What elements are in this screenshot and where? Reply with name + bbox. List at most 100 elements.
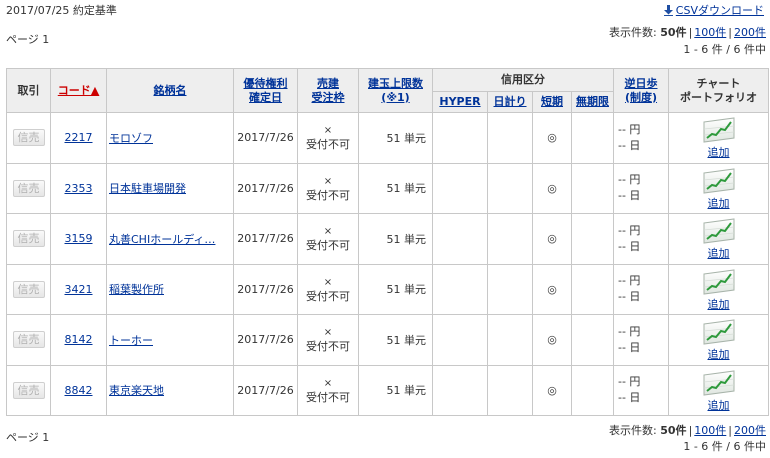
col-header-name-sort[interactable]: 銘柄名	[154, 84, 187, 97]
range-label: 1 - 6 件 / 6 件中	[683, 43, 766, 56]
col-header-reverse-fee-link[interactable]: 逆日歩 (制度)	[625, 77, 658, 104]
col-header-chart: チャート ポートフォリオ	[668, 68, 769, 113]
add-portfolio-link[interactable]: 追加	[708, 195, 730, 211]
table-row: 信売 8842 東京楽天地 2017/7/26 × 受付不可 51 単元 ◎ --…	[6, 364, 769, 416]
count-100-link[interactable]: 100件	[694, 26, 726, 39]
chart-thumbnail-icon[interactable]	[669, 269, 768, 295]
stock-code-link[interactable]: 3159	[65, 232, 93, 245]
display-count-row: 表示件数: 50件 | 100件 | 200件	[609, 424, 766, 437]
count-50-current: 50件	[660, 424, 687, 437]
benefit-date: 2017/7/26	[233, 364, 298, 416]
stock-code-link[interactable]: 8142	[65, 333, 93, 346]
short-accept-status: × 受付不可	[297, 263, 359, 315]
unlimited-cell	[571, 263, 614, 315]
col-header-benefit-date-sort[interactable]: 優待権利 確定日	[244, 77, 288, 104]
add-portfolio-link[interactable]: 追加	[708, 397, 730, 413]
pager-bottom: 表示件数: 50件 | 100件 | 200件 1 - 6 件 / 6 件中	[609, 423, 766, 455]
chart-portfolio-cell: 追加	[668, 314, 769, 366]
daily-cell	[487, 162, 533, 214]
add-portfolio-link[interactable]: 追加	[708, 296, 730, 312]
col-header-trade: 取引	[6, 68, 51, 113]
col-header-unlimited-link[interactable]: 無期限	[576, 95, 609, 108]
daily-cell	[487, 314, 533, 366]
stock-name-link[interactable]: 丸善CHIホールディ…	[109, 233, 215, 246]
hyper-cell	[432, 112, 488, 164]
stock-code-link[interactable]: 8842	[65, 384, 93, 397]
csv-download-link[interactable]: CSVダウンロード	[663, 2, 764, 18]
add-portfolio-link[interactable]: 追加	[708, 144, 730, 160]
benefit-date: 2017/7/26	[233, 162, 298, 214]
margin-sell-button[interactable]: 信売	[12, 179, 45, 197]
unlimited-cell	[571, 162, 614, 214]
stock-code-link[interactable]: 2353	[65, 182, 93, 195]
col-header-code-sort[interactable]: コード▲	[58, 84, 99, 97]
reverse-fee: -- 円 -- 日	[613, 162, 669, 214]
chart-thumbnail-icon[interactable]	[669, 370, 768, 396]
display-count-row: 表示件数: 50件 | 100件 | 200件	[609, 26, 766, 39]
display-count-label: 表示件数:	[609, 424, 657, 437]
stock-name-link[interactable]: トーホー	[109, 334, 153, 347]
margin-sell-button[interactable]: 信売	[12, 280, 45, 298]
short-term-mark: ◎	[532, 364, 572, 416]
margin-sell-button[interactable]: 信売	[12, 230, 45, 248]
short-term-mark: ◎	[532, 112, 572, 164]
display-count-label: 表示件数:	[609, 26, 657, 39]
daily-cell	[487, 364, 533, 416]
table-row: 信売 3159 丸善CHIホールディ… 2017/7/26 × 受付不可 51 単…	[6, 213, 769, 265]
col-header-short-accept-sort[interactable]: 売建 受注枠	[312, 77, 345, 104]
chart-thumbnail-icon[interactable]	[669, 117, 768, 143]
position-limit: 51 単元	[358, 162, 433, 214]
short-term-mark: ◎	[532, 263, 572, 315]
hyper-cell	[432, 162, 488, 214]
table-row: 信売 8142 トーホー 2017/7/26 × 受付不可 51 単元 ◎ -- …	[6, 314, 769, 366]
hyper-cell	[432, 364, 488, 416]
date-basis-label: 2017/07/25 約定基準	[6, 4, 117, 17]
unlimited-cell	[571, 364, 614, 416]
reverse-fee: -- 円 -- 日	[613, 364, 669, 416]
count-200-link[interactable]: 200件	[734, 26, 766, 39]
chart-thumbnail-icon[interactable]	[669, 218, 768, 244]
unlimited-cell	[571, 213, 614, 265]
position-limit: 51 単元	[358, 314, 433, 366]
stock-code-link[interactable]: 2217	[65, 131, 93, 144]
stock-name-link[interactable]: 稲葉製作所	[109, 283, 164, 296]
add-portfolio-link[interactable]: 追加	[708, 245, 730, 261]
stock-code-link[interactable]: 3421	[65, 283, 93, 296]
col-header-short-term-link[interactable]: 短期	[541, 95, 563, 108]
reverse-fee: -- 円 -- 日	[613, 314, 669, 366]
col-header-hyper-link[interactable]: HYPER	[439, 95, 480, 108]
short-accept-status: × 受付不可	[297, 112, 359, 164]
col-header-position-limit-sort[interactable]: 建玉上限数 (※1)	[368, 77, 423, 104]
margin-sell-button[interactable]: 信売	[12, 381, 45, 399]
page-indicator-top: ページ 1	[6, 33, 50, 46]
chart-portfolio-cell: 追加	[668, 112, 769, 164]
reverse-fee: -- 円 -- 日	[613, 112, 669, 164]
chart-portfolio-cell: 追加	[668, 162, 769, 214]
benefit-date: 2017/7/26	[233, 112, 298, 164]
short-term-mark: ◎	[532, 162, 572, 214]
count-200-link[interactable]: 200件	[734, 424, 766, 437]
chart-portfolio-cell: 追加	[668, 263, 769, 315]
chart-thumbnail-icon[interactable]	[669, 319, 768, 345]
stock-name-link[interactable]: 日本駐車場開発	[109, 182, 186, 195]
reverse-fee: -- 円 -- 日	[613, 263, 669, 315]
short-accept-status: × 受付不可	[297, 364, 359, 416]
daily-cell	[487, 263, 533, 315]
margin-sell-button[interactable]: 信売	[12, 331, 45, 349]
unlimited-cell	[571, 314, 614, 366]
position-limit: 51 単元	[358, 263, 433, 315]
download-arrow-icon	[663, 4, 673, 16]
short-term-mark: ◎	[532, 213, 572, 265]
daily-cell	[487, 112, 533, 164]
benefit-date: 2017/7/26	[233, 213, 298, 265]
col-header-daily-link[interactable]: 日計り	[494, 95, 527, 108]
stock-name-link[interactable]: モロゾフ	[109, 132, 153, 145]
stock-name-link[interactable]: 東京楽天地	[109, 384, 164, 397]
chart-thumbnail-icon[interactable]	[669, 168, 768, 194]
margin-sell-button[interactable]: 信売	[12, 129, 45, 147]
count-100-link[interactable]: 100件	[694, 424, 726, 437]
position-limit: 51 単元	[358, 112, 433, 164]
table-row: 信売 2353 日本駐車場開発 2017/7/26 × 受付不可 51 単元 ◎ …	[6, 162, 769, 214]
table-row: 信売 3421 稲葉製作所 2017/7/26 × 受付不可 51 単元 ◎ --…	[6, 263, 769, 315]
add-portfolio-link[interactable]: 追加	[708, 346, 730, 362]
